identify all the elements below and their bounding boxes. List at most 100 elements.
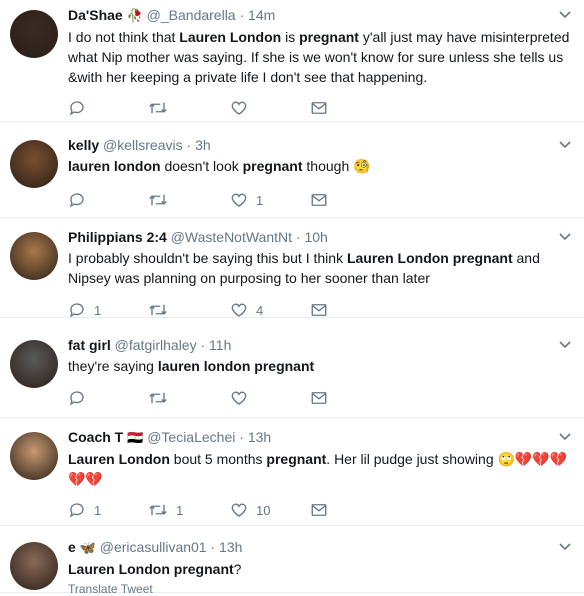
tweet[interactable]: kelly @kellsreavis · 3h lauren london doe…: [0, 122, 584, 218]
direct-message-button[interactable]: [310, 500, 328, 520]
text-segment: I do not think that: [68, 29, 180, 45]
text-segment: ?: [233, 561, 242, 577]
chevron-down-icon[interactable]: [558, 138, 572, 152]
retweet-button[interactable]: [148, 98, 176, 118]
avatar[interactable]: [10, 432, 58, 480]
heart-icon: [230, 191, 248, 209]
display-name[interactable]: Coach T: [68, 429, 123, 445]
reply-icon: [68, 99, 86, 117]
text-segment: 🧐: [353, 158, 371, 174]
tweet-timestamp[interactable]: 13h: [219, 539, 242, 555]
tweet-text: Lauren London pregnant?: [68, 559, 570, 579]
tweet-text: Lauren London bout 5 months pregnant. He…: [68, 449, 570, 489]
like-count: 1: [256, 192, 264, 208]
heart-icon: [230, 99, 248, 117]
separator-dot: ·: [239, 7, 245, 23]
tweet-timestamp[interactable]: 10h: [304, 229, 327, 245]
retweet-button[interactable]: [148, 190, 176, 210]
reply-button[interactable]: [68, 388, 94, 408]
like-count: 4: [256, 302, 264, 318]
retweet-button[interactable]: [148, 300, 176, 320]
tweet-actions: [68, 388, 488, 408]
display-name[interactable]: e: [68, 539, 76, 555]
highlighted-term: Lauren London pregnant: [346, 250, 513, 266]
tweet-header: kelly @kellsreavis · 3h: [68, 136, 570, 154]
direct-message-button[interactable]: [310, 300, 328, 320]
reply-icon: [68, 501, 86, 519]
avatar[interactable]: [10, 10, 58, 58]
avatar[interactable]: [10, 542, 58, 590]
envelope-icon: [310, 389, 328, 407]
reply-button[interactable]: 1: [68, 500, 101, 520]
text-segment: is: [281, 29, 300, 45]
like-button[interactable]: 4: [230, 300, 263, 320]
highlighted-term: Lauren London: [68, 451, 170, 467]
like-button[interactable]: 10: [230, 500, 270, 520]
avatar[interactable]: [10, 232, 58, 280]
like-button[interactable]: [230, 388, 256, 408]
chevron-down-icon[interactable]: [558, 540, 572, 554]
user-handle[interactable]: @_Bandarella: [147, 7, 236, 23]
like-button[interactable]: [230, 98, 256, 118]
reply-button[interactable]: [68, 98, 94, 118]
heart-icon: [230, 389, 248, 407]
highlighted-term: lauren london pregnant: [157, 358, 315, 374]
tweet-actions: 14: [68, 300, 488, 320]
reply-button[interactable]: 1: [68, 300, 101, 320]
avatar[interactable]: [10, 140, 58, 188]
text-segment: bout 5 months: [169, 451, 267, 467]
user-handle[interactable]: @ericasullivan01: [100, 539, 207, 555]
chevron-down-icon[interactable]: [558, 338, 572, 352]
reply-count: 1: [94, 302, 102, 318]
direct-message-button[interactable]: [310, 190, 328, 210]
user-handle[interactable]: @TeciaLechei: [147, 429, 235, 445]
envelope-icon: [310, 301, 328, 319]
tweet-text: I do not think that Lauren London is pre…: [68, 27, 570, 87]
heart-icon: [230, 501, 248, 519]
display-name[interactable]: fat girl: [68, 337, 111, 353]
tweet-timestamp[interactable]: 3h: [195, 137, 211, 153]
highlighted-term: pregnant: [299, 29, 359, 45]
chevron-down-icon[interactable]: [558, 8, 572, 22]
tweet[interactable]: Coach T 🇪🇬 @TeciaLechei · 13h Lauren Lond…: [0, 418, 584, 526]
translate-tweet-link[interactable]: Translate Tweet: [68, 582, 153, 596]
like-button[interactable]: 1: [230, 190, 263, 210]
direct-message-button[interactable]: [310, 388, 328, 408]
tweet-actions: 1: [68, 190, 488, 210]
reply-icon: [68, 301, 86, 319]
retweet-icon: [148, 501, 168, 519]
retweet-button[interactable]: [148, 388, 176, 408]
user-handle[interactable]: @WasteNotWantNt: [171, 229, 292, 245]
name-emoji: 🦋: [79, 540, 96, 555]
tweet-timestamp[interactable]: 13h: [248, 429, 271, 445]
reply-count: 1: [94, 502, 102, 518]
envelope-icon: [310, 99, 328, 117]
chevron-down-icon[interactable]: [558, 430, 572, 444]
tweet-timestamp[interactable]: 11h: [209, 337, 231, 353]
text-segment: I probably shouldn't be saying this but …: [68, 250, 347, 266]
separator-dot: ·: [200, 337, 206, 353]
display-name[interactable]: Philippians 2:4: [68, 229, 167, 245]
tweet-text: lauren london doesn't look pregnant thou…: [68, 156, 570, 176]
tweet[interactable]: Da'Shae 🥀 @_Bandarella · 14m I do not thi…: [0, 0, 584, 122]
separator-dot: ·: [239, 429, 244, 445]
reply-icon: [68, 389, 86, 407]
tweet[interactable]: Philippians 2:4 @WasteNotWantNt · 10h I p…: [0, 218, 584, 318]
text-segment: . Her lil pudge just showing: [326, 451, 498, 467]
display-name[interactable]: kelly: [68, 137, 99, 153]
user-handle[interactable]: @kellsreavis: [103, 137, 183, 153]
retweet-button[interactable]: 1: [148, 500, 183, 520]
tweet[interactable]: e 🦋 @ericasullivan01 · 13h Lauren London …: [0, 526, 584, 596]
name-emoji: 🇪🇬: [127, 430, 144, 445]
highlighted-term: pregnant: [266, 451, 327, 467]
user-handle[interactable]: @fatgirlhaley: [115, 337, 197, 353]
display-name[interactable]: Da'Shae: [68, 7, 123, 23]
avatar[interactable]: [10, 340, 58, 388]
tweet-timestamp[interactable]: 14m: [248, 7, 275, 23]
retweet-icon: [148, 301, 168, 319]
tweet[interactable]: fat girl @fatgirlhaley · 11h they're sayi…: [0, 318, 584, 418]
direct-message-button[interactable]: [310, 98, 328, 118]
chevron-down-icon[interactable]: [558, 230, 572, 244]
reply-button[interactable]: [68, 190, 94, 210]
reply-icon: [68, 191, 86, 209]
